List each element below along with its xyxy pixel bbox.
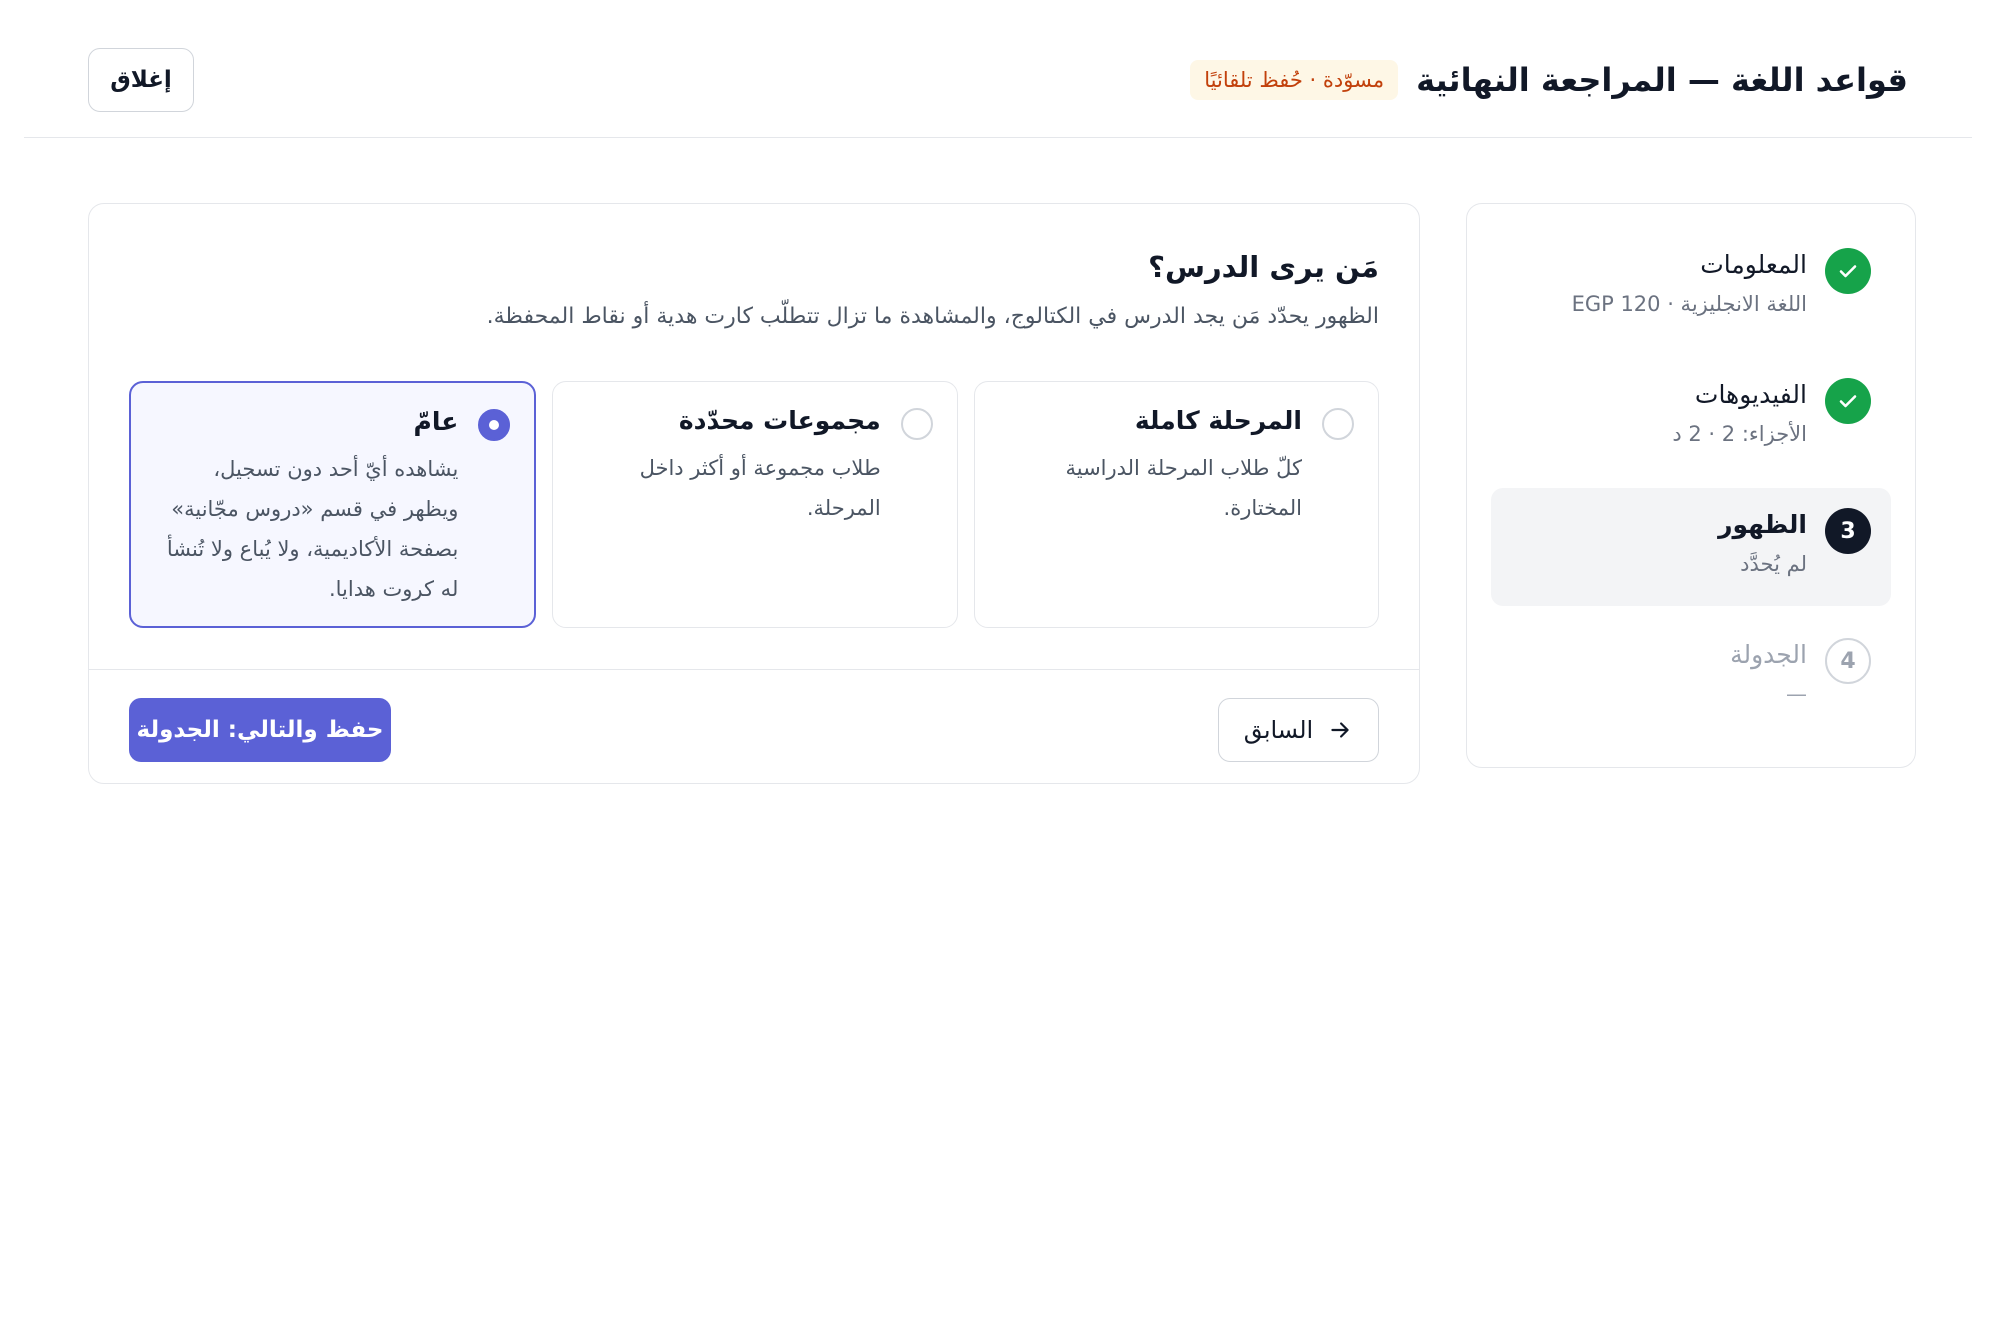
arrow-right-icon xyxy=(1331,722,1349,738)
title-group: قواعد اللغة — المراجعة النهائية مسوّدة ·… xyxy=(1190,56,1908,104)
step-subtitle: اللغة الانجليزية · EGP 120 xyxy=(1571,292,1807,316)
radio-button[interactable] xyxy=(900,408,933,440)
option-specific-groups[interactable]: مجموعات محدّدة طلاب مجموعة أو أكثر داخل … xyxy=(552,381,958,628)
step-subtitle: — xyxy=(1786,682,1807,706)
step-info[interactable]: المعلومات اللغة الانجليزية · EGP 120 xyxy=(1491,228,1891,346)
option-description: طلاب مجموعة أو أكثر داخل المرحلة. xyxy=(639,456,881,520)
step-title: المعلومات xyxy=(1700,250,1807,279)
radio-button-checked[interactable] xyxy=(478,409,511,441)
step-title: الظهور xyxy=(1718,510,1807,539)
page: قواعد اللغة — المراجعة النهائية مسوّدة ·… xyxy=(0,0,1996,1328)
section-description: الظهور يحدّد مَن يجد الدرس في الكتالوج، … xyxy=(486,304,1379,329)
step-subtitle: الأجزاء: 2 · 2 د xyxy=(1672,422,1807,446)
step-schedule[interactable]: 4 الجدولة — xyxy=(1491,618,1891,736)
previous-label: السابق xyxy=(1243,716,1314,744)
option-title: عامّ xyxy=(413,407,459,436)
check-icon xyxy=(1825,248,1871,294)
step-videos[interactable]: الفيديوهات الأجزاء: 2 · 2 د xyxy=(1491,358,1891,476)
save-next-button[interactable]: حفظ والتالي: الجدولة xyxy=(129,698,391,762)
card-footer: السابق حفظ والتالي: الجدولة xyxy=(89,669,1419,785)
step-number-badge: 4 xyxy=(1825,638,1871,684)
radio-button[interactable] xyxy=(1322,408,1354,440)
page-title: قواعد اللغة — المراجعة النهائية xyxy=(1416,61,1908,99)
step-subtitle: لم يُحدَّد xyxy=(1740,552,1807,576)
step-visibility[interactable]: 3 الظهور لم يُحدَّد xyxy=(1491,488,1891,606)
option-description: كلّ طلاب المرحلة الدراسية المختارة. xyxy=(1065,456,1302,520)
check-icon xyxy=(1825,378,1871,424)
option-description: يشاهده أيّ أحد دون تسجيل، ويظهر في قسم «… xyxy=(166,457,459,601)
visibility-options: المرحلة كاملة كلّ طلاب المرحلة الدراسية … xyxy=(129,381,1379,628)
option-title: مجموعات محدّدة xyxy=(678,406,881,435)
section-title: مَن يرى الدرس؟ xyxy=(1148,250,1379,284)
step-title: الجدولة xyxy=(1730,640,1807,669)
previous-button[interactable]: السابق xyxy=(1218,698,1379,762)
option-whole-stage[interactable]: المرحلة كاملة كلّ طلاب المرحلة الدراسية … xyxy=(973,381,1379,628)
wizard-stepper: المعلومات اللغة الانجليزية · EGP 120 الف… xyxy=(1466,203,1916,768)
draft-status-badge: مسوّدة · حُفظ تلقائيًا xyxy=(1190,60,1399,100)
step-number-badge: 3 xyxy=(1825,508,1871,554)
option-title: المرحلة كاملة xyxy=(1134,406,1302,435)
page-header: قواعد اللغة — المراجعة النهائية مسوّدة ·… xyxy=(24,0,1972,138)
option-public[interactable]: عامّ يشاهده أيّ أحد دون تسجيل، ويظهر في … xyxy=(129,381,537,628)
visibility-card: مَن يرى الدرس؟ الظهور يحدّد مَن يجد الدر… xyxy=(88,203,1420,784)
step-title: الفيديوهات xyxy=(1694,380,1807,409)
close-button[interactable]: إغلاق xyxy=(88,48,194,112)
